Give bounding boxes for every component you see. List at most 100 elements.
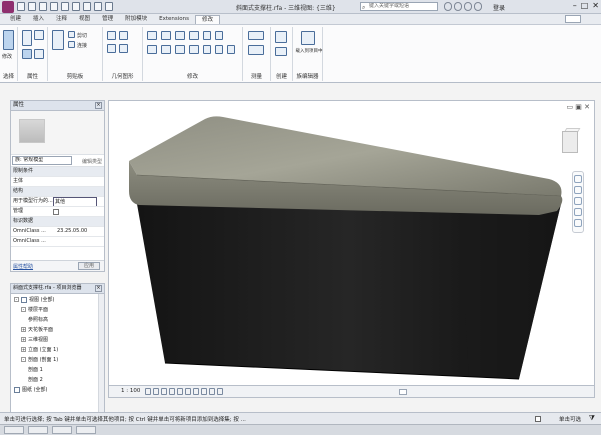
expand-toggle-icon[interactable]: - (14, 297, 19, 302)
close-icon[interactable]: × (95, 285, 102, 292)
property-value-field[interactable]: 其他 (53, 197, 97, 206)
login-button[interactable]: 登录 (493, 3, 505, 12)
type-properties-icon[interactable] (34, 49, 44, 59)
move-icon[interactable] (147, 45, 157, 54)
print-icon[interactable] (61, 2, 69, 11)
copy-icon[interactable] (68, 31, 75, 38)
zoom-extents-icon[interactable] (574, 219, 582, 227)
detail-level-icon[interactable] (145, 388, 151, 395)
tree-item[interactable]: 剖面 2 (11, 376, 104, 386)
pin-icon[interactable] (215, 31, 223, 40)
tab-create[interactable]: 创建 (4, 15, 27, 24)
app-logo-icon[interactable] (2, 1, 14, 13)
properties-help-link[interactable]: 属性帮助 (13, 263, 33, 270)
delete-icon[interactable] (227, 45, 235, 54)
close-button[interactable]: ✕ (592, 1, 599, 10)
horizontal-scrollbar[interactable] (399, 389, 407, 395)
dimension-icon[interactable] (248, 45, 264, 55)
show-crop-icon[interactable] (193, 388, 199, 395)
paste-icon[interactable] (52, 30, 64, 50)
split-face-icon[interactable] (119, 44, 128, 53)
3d-view-icon[interactable] (94, 2, 102, 11)
offset-icon[interactable] (161, 31, 171, 40)
pan-icon[interactable] (574, 197, 582, 205)
save-icon[interactable] (28, 2, 36, 11)
split-icon[interactable] (203, 31, 211, 40)
measure-distance-icon[interactable] (248, 31, 264, 40)
viewcube[interactable] (562, 128, 581, 157)
expand-toggle-icon[interactable]: + (21, 347, 26, 352)
tree-item[interactable]: 参照标高 (11, 316, 104, 326)
tab-manage[interactable]: 管理 (96, 15, 119, 24)
taskbar-item[interactable] (52, 426, 72, 434)
orbit-icon[interactable] (574, 208, 582, 216)
property-row[interactable]: 管理 (11, 207, 104, 217)
navigation-bar[interactable] (572, 171, 584, 233)
tree-item[interactable]: 剖面 1 (11, 366, 104, 376)
category-row[interactable]: 标识数据 (11, 217, 104, 227)
render-icon[interactable] (177, 388, 183, 395)
undo-icon[interactable] (39, 2, 47, 11)
3d-viewport[interactable]: ▭ ▣ ✕ (108, 100, 595, 386)
switch-windows-icon[interactable] (105, 2, 113, 11)
rotate-icon[interactable] (175, 45, 185, 54)
load-into-project-label[interactable]: 载入到项目中 (295, 49, 323, 54)
tab-addins[interactable]: 附加模块 (119, 15, 153, 24)
tab-extensions[interactable]: Extensions (153, 15, 195, 24)
close-icon[interactable]: × (95, 102, 102, 109)
ribbon-toggle-button[interactable] (565, 15, 581, 23)
text-icon[interactable] (83, 2, 91, 11)
load-into-project-icon[interactable] (301, 31, 315, 45)
measure-icon[interactable] (72, 2, 80, 11)
tree-item[interactable]: - 视图 (全部) (11, 296, 104, 306)
tree-item[interactable]: + 天花板平面 (11, 326, 104, 336)
array-icon[interactable] (203, 45, 211, 54)
family-types-icon[interactable] (34, 30, 44, 40)
property-row[interactable]: 主体 (11, 177, 104, 187)
temporary-hide-icon[interactable] (209, 388, 215, 395)
category-row[interactable]: 限制条件 (11, 167, 104, 177)
lock-view-icon[interactable] (201, 388, 207, 395)
property-checkbox[interactable] (53, 209, 59, 215)
taskbar-item[interactable] (76, 426, 96, 434)
mirror-draw-icon[interactable] (189, 31, 199, 40)
open-icon[interactable] (17, 2, 25, 11)
taskbar-item[interactable] (4, 426, 24, 434)
zoom-icon[interactable] (574, 186, 582, 194)
create-similar-icon[interactable] (275, 31, 287, 43)
category-row[interactable]: 结构 (11, 187, 104, 197)
property-row[interactable]: 用于模型行为的... 其他 (11, 197, 104, 207)
cut-geometry-icon[interactable] (119, 31, 128, 40)
filter-icon[interactable]: ⧩ (589, 414, 595, 423)
modify-button-label[interactable]: 修改 (2, 53, 12, 60)
tree-item[interactable]: + 立面 (立面 1) (11, 346, 104, 356)
steering-wheel-icon[interactable] (574, 175, 582, 183)
visual-style-icon[interactable] (153, 388, 159, 395)
expand-toggle-icon[interactable]: - (21, 307, 26, 312)
shadows-icon[interactable] (169, 388, 175, 395)
copy-element-icon[interactable] (161, 45, 171, 54)
tree-item[interactable]: 图纸 (全部) (11, 386, 104, 396)
scale-icon[interactable] (215, 45, 223, 54)
search-input[interactable]: ⌕ 键入关键字或短语 (360, 2, 438, 11)
modify-select-icon[interactable] (3, 30, 14, 50)
redo-icon[interactable] (50, 2, 58, 11)
apply-button[interactable]: 应用 (78, 262, 100, 270)
type-selector[interactable]: 族: 常规模型 (12, 156, 72, 165)
match-icon[interactable] (68, 41, 75, 48)
communication-icon[interactable] (464, 2, 472, 11)
tab-insert[interactable]: 插入 (27, 15, 50, 24)
select-filter-checkbox[interactable] (535, 416, 541, 422)
trim-icon[interactable] (189, 45, 199, 54)
scale-label[interactable]: 1 : 100 (121, 388, 140, 394)
tab-modify[interactable]: 修改 (194, 15, 220, 24)
properties-icon[interactable] (22, 30, 32, 46)
join-geometry-icon[interactable] (107, 44, 116, 53)
crop-view-icon[interactable] (185, 388, 191, 395)
tab-annotate[interactable]: 注释 (50, 15, 73, 24)
favorites-icon[interactable] (474, 2, 482, 11)
create-group-icon[interactable] (275, 47, 287, 56)
expand-toggle-icon[interactable]: - (21, 357, 26, 362)
model-canvas[interactable] (109, 101, 596, 387)
taskbar-item[interactable] (28, 426, 48, 434)
